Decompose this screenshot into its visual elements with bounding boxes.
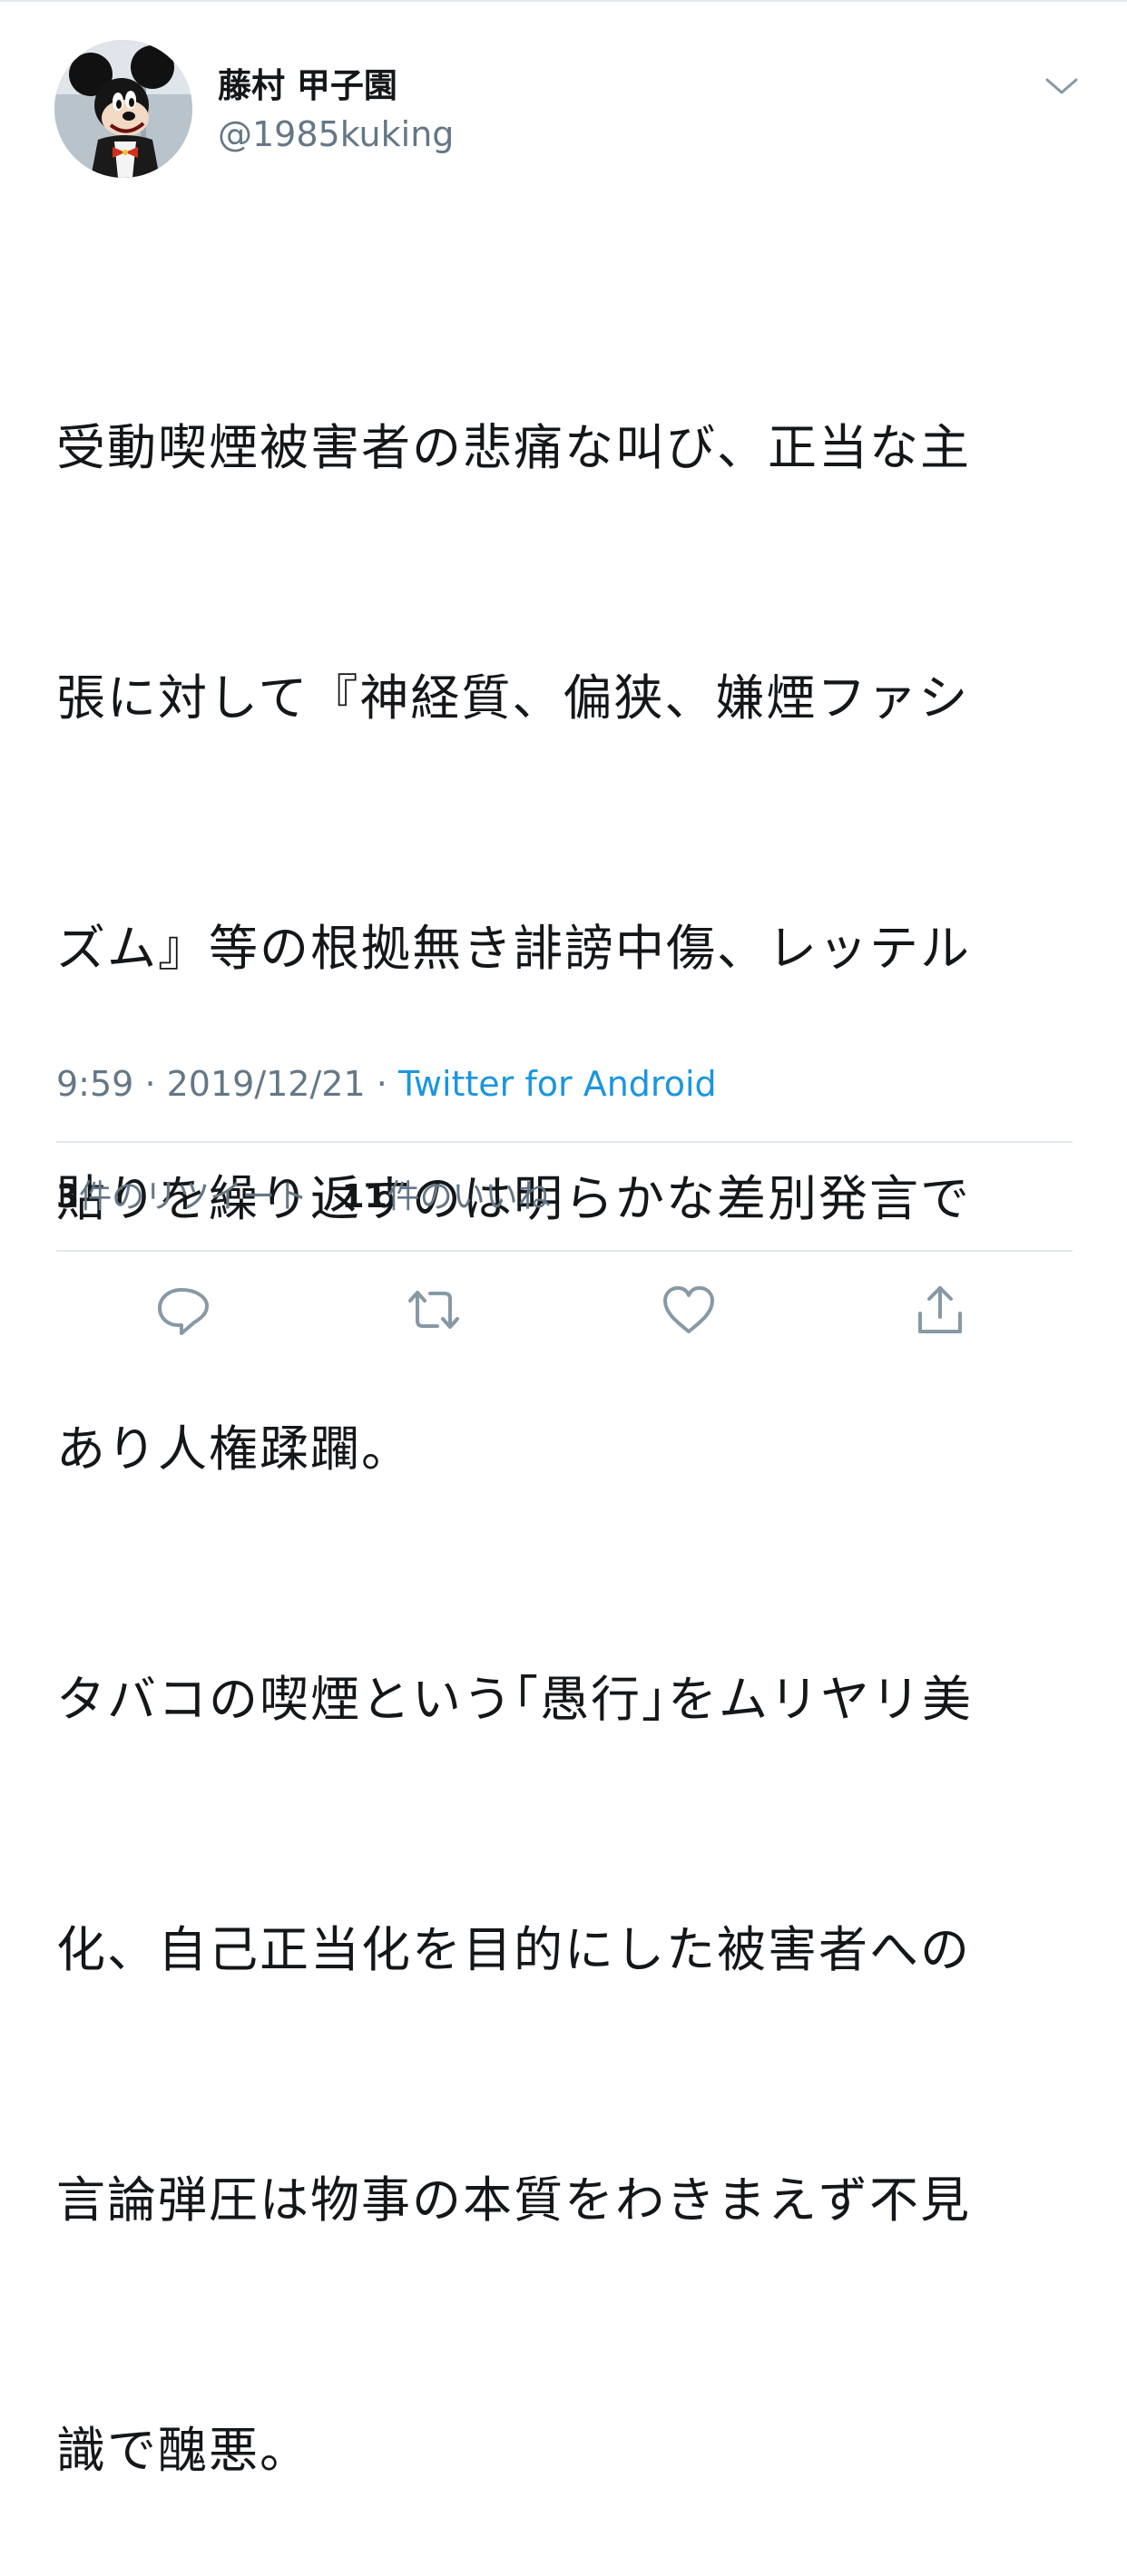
like-icon xyxy=(663,1286,714,1333)
tweet-stats: 3件のリツイート 11件のいいね xyxy=(56,1176,574,1219)
reply-button[interactable] xyxy=(154,1281,212,1339)
chevron-down-icon xyxy=(1045,78,1078,94)
tweet-text-line: 化、自己正当化を目的にした被害者への xyxy=(56,1921,971,1978)
tweet-text-line: 張に対して『神経質、偏狭、嫌煙ファシ xyxy=(56,669,970,727)
tweet-text-line: タバコの喫煙という｢愚行｣をムリヤリ美 xyxy=(56,1671,973,1728)
retweet-icon xyxy=(408,1291,459,1329)
tweet-text-line: ズム』等の根拠無き誹謗中傷、レッテル xyxy=(56,920,971,977)
meta-separator: · xyxy=(144,1064,156,1104)
retweet-button[interactable] xyxy=(405,1281,463,1339)
author-handle[interactable]: @1985kuking xyxy=(218,112,454,156)
divider xyxy=(56,1141,1073,1143)
tweet-time: 9:59 xyxy=(56,1064,134,1104)
tweet-menu-button[interactable] xyxy=(1044,73,1080,100)
share-button[interactable] xyxy=(911,1281,969,1339)
tweet-text-line: 受動喫煙被害者の悲痛な叫び、正当な主 xyxy=(56,419,971,476)
divider xyxy=(56,1250,1073,1252)
tweet-text-line: 識で醜悪。 xyxy=(56,2422,310,2479)
reply-icon xyxy=(158,1288,209,1335)
share-icon xyxy=(918,1286,962,1333)
top-divider xyxy=(0,0,1127,2)
tweet-date: 2019/12/21 xyxy=(166,1064,366,1104)
retweets-count: 3 xyxy=(56,1178,80,1215)
likes-count: 11 xyxy=(341,1178,387,1215)
like-button[interactable] xyxy=(660,1281,718,1339)
retweets-stat[interactable]: 3件のリツイート xyxy=(56,1176,308,1219)
meta-separator: · xyxy=(376,1064,387,1104)
likes-label: 件のいいね xyxy=(387,1178,551,1215)
tweet-text: 受動喫煙被害者の悲痛な叫び、正当な主 張に対して『神経質、偏狭、嫌煙ファシ ズム… xyxy=(56,239,1082,2576)
likes-stat[interactable]: 11件のいいね xyxy=(342,1176,551,1219)
tweet-source-link[interactable]: Twitter for Android xyxy=(398,1064,717,1104)
tweet-meta: 9:59 · 2019/12/21 · Twitter for Android xyxy=(56,1061,717,1107)
avatar[interactable] xyxy=(54,40,192,178)
tweet-text-line: あり人権蹂躙。 xyxy=(56,1420,412,1478)
mickey-avatar-icon xyxy=(54,40,192,178)
retweets-label: 件のリツイート xyxy=(79,1178,309,1215)
author-display-name[interactable]: 藤村 甲子園 xyxy=(218,65,397,107)
tweet-text-line: 言論弾圧は物事の本質をわきまえず不見 xyxy=(56,2171,971,2229)
